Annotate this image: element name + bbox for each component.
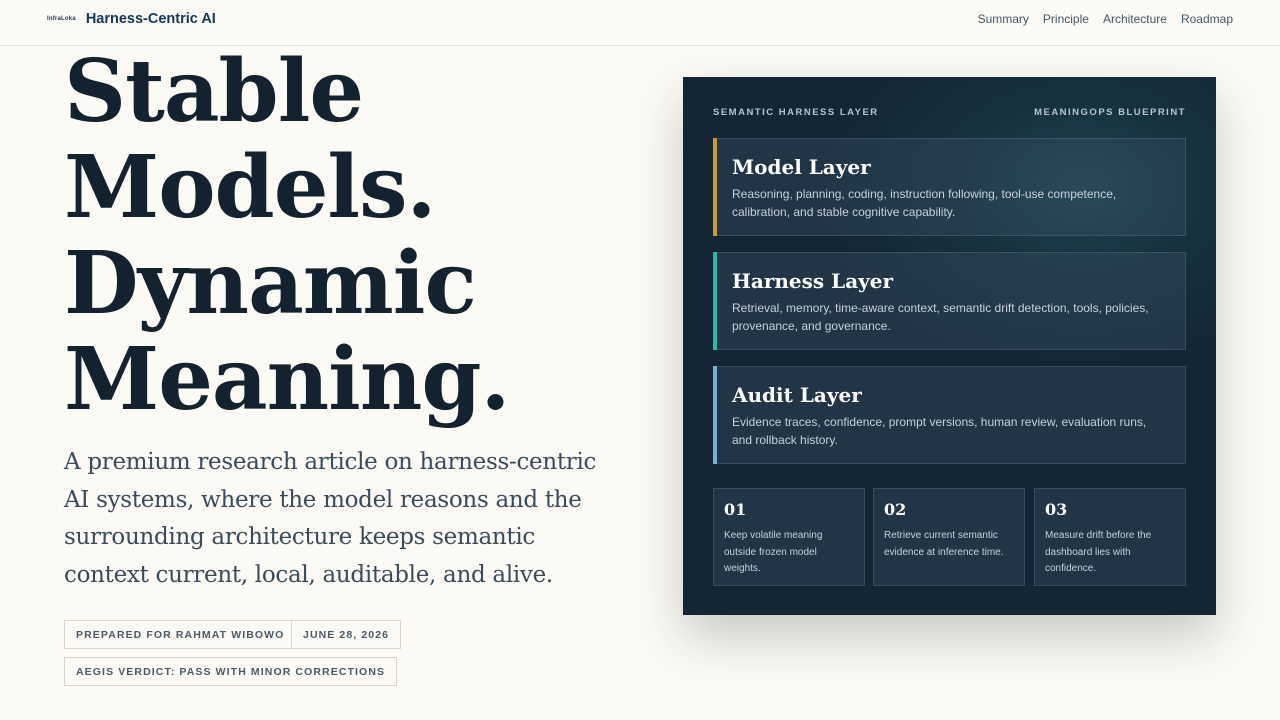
layer-title: Model Layer	[732, 155, 871, 179]
blueprint-panel: SEMANTIC HARNESS LAYER MEANINGOPS BLUEPR…	[683, 77, 1216, 615]
step-number: 03	[1045, 500, 1068, 519]
headline-line: Stable	[64, 41, 364, 142]
layer-title: Audit Layer	[732, 383, 862, 407]
date-badge: JUNE 28, 2026	[291, 620, 402, 649]
harness-layer-card: Harness Layer Retrieval, memory, time-aw…	[713, 252, 1186, 350]
main-nav: Summary Principle Architecture Roadmap	[978, 0, 1233, 38]
step-text: Keep volatile meaning outside frozen mod…	[724, 530, 823, 574]
audit-layer-card: Audit Layer Evidence traces, confidence,…	[713, 366, 1186, 464]
headline-line: Dynamic	[64, 233, 477, 334]
step-number: 01	[724, 500, 747, 519]
step-number: 02	[884, 500, 907, 519]
hero-headline: Stable Models. Dynamic Meaning.	[64, 44, 664, 428]
step-text: Measure drift before the dashboard lies …	[1045, 530, 1152, 574]
model-layer-card: Model Layer Reasoning, planning, coding,…	[713, 138, 1186, 236]
headline-line: Models.	[64, 137, 436, 238]
step-card-01: 01 Keep volatile meaning outside frozen …	[713, 488, 865, 586]
top-navigation-bar: InfraLoka Harness-Centric AI Summary Pri…	[0, 0, 1280, 46]
brand-logo[interactable]: InfraLoka	[47, 16, 76, 22]
step-card-03: 03 Measure drift before the dashboard li…	[1034, 488, 1186, 586]
panel-left-label: SEMANTIC HARNESS LAYER	[713, 107, 879, 118]
verdict-badge: AEGIS VERDICT: PASS WITH MINOR CORRECTIO…	[64, 657, 398, 686]
layer-title: Harness Layer	[732, 269, 894, 293]
step-card-02: 02 Retrieve current semantic evidence at…	[873, 488, 1025, 586]
nav-link-summary[interactable]: Summary	[978, 12, 1029, 26]
layer-description: Evidence traces, confidence, prompt vers…	[732, 415, 1147, 447]
layer-description: Retrieval, memory, time-aware context, s…	[732, 301, 1149, 333]
hero-lede: A premium research article on harness-ce…	[64, 449, 597, 588]
panel-header: SEMANTIC HARNESS LAYER MEANINGOPS BLUEPR…	[713, 107, 1186, 118]
nav-link-roadmap[interactable]: Roadmap	[1181, 12, 1233, 26]
panel-right-label: MEANINGOPS BLUEPRINT	[1034, 107, 1186, 118]
brand[interactable]: InfraLoka Harness-Centric AI	[47, 0, 216, 38]
layer-description: Reasoning, planning, coding, instruction…	[732, 187, 1117, 219]
brand-title[interactable]: Harness-Centric AI	[86, 11, 216, 27]
nav-link-architecture[interactable]: Architecture	[1103, 12, 1167, 26]
prepared-for-badge: PREPARED FOR RAHMAT WIBOWO	[64, 620, 297, 649]
headline-line: Meaning.	[64, 329, 510, 430]
step-text: Retrieve current semantic evidence at in…	[884, 530, 1004, 558]
nav-link-principle[interactable]: Principle	[1043, 12, 1089, 26]
